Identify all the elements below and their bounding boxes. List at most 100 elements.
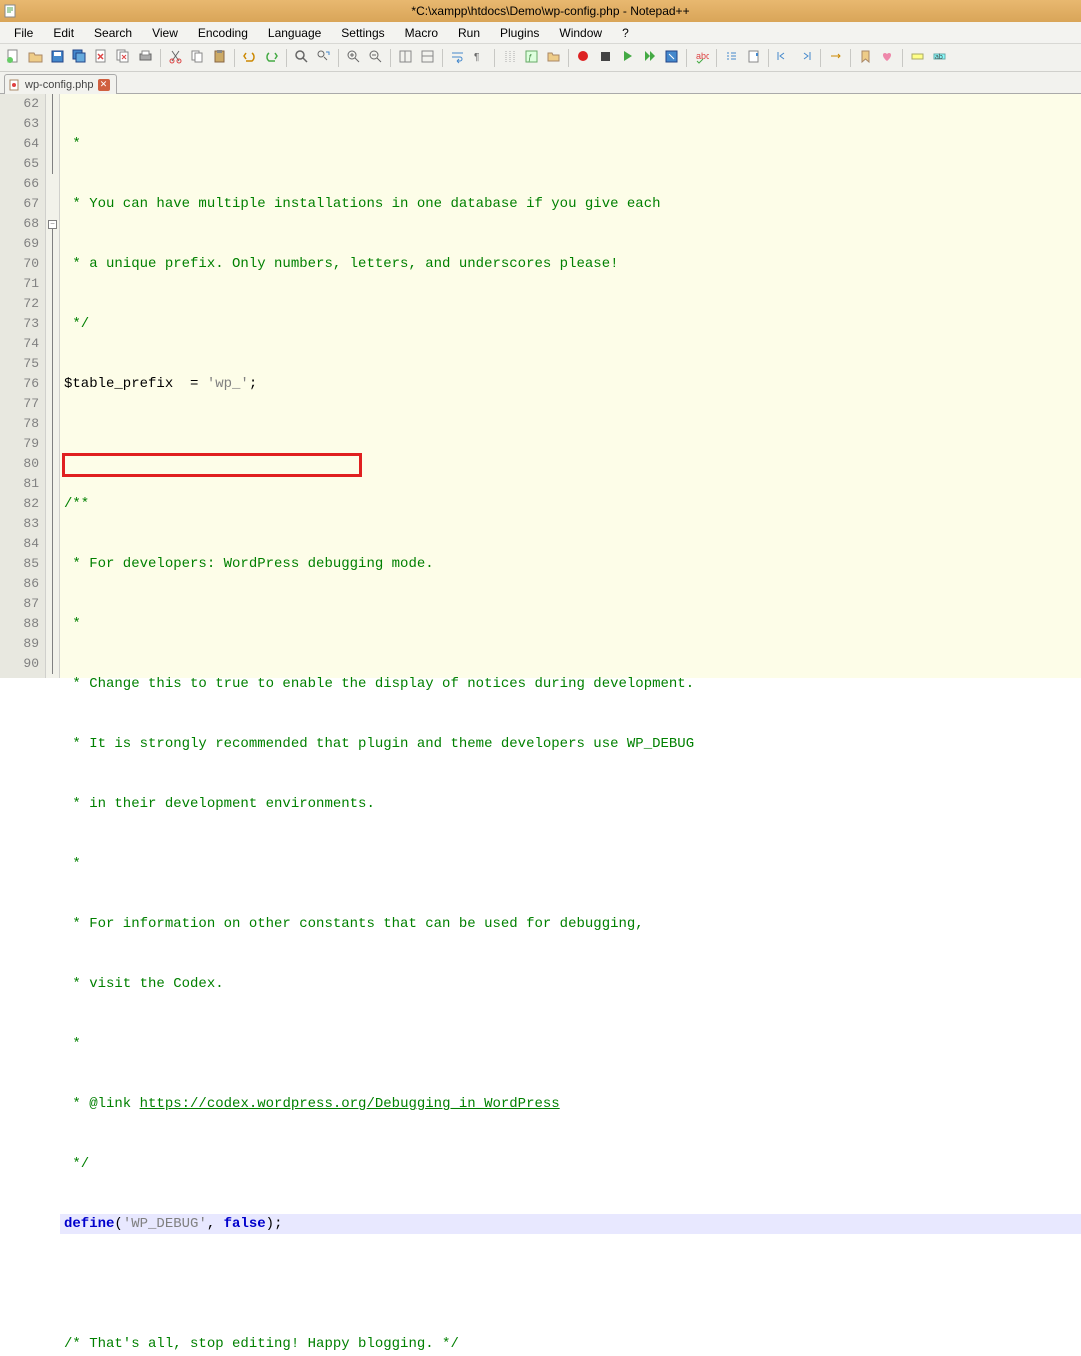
- code-text: */: [64, 316, 89, 332]
- line-number: 67: [0, 194, 39, 214]
- separator: [820, 49, 821, 67]
- save-button[interactable]: [48, 48, 67, 67]
- spell-button[interactable]: abc: [692, 48, 711, 67]
- replace-button[interactable]: [314, 48, 333, 67]
- line-number: 81: [0, 474, 39, 494]
- bookmark-button[interactable]: [856, 48, 875, 67]
- print-button[interactable]: [136, 48, 155, 67]
- line-number: 72: [0, 294, 39, 314]
- app-icon: [4, 4, 18, 18]
- separator: [686, 49, 687, 67]
- separator: [568, 49, 569, 67]
- save-all-button[interactable]: [70, 48, 89, 67]
- tab-close-button[interactable]: ✕: [98, 79, 110, 91]
- copy-button[interactable]: [188, 48, 207, 67]
- svg-text:ab: ab: [935, 54, 943, 61]
- line-number: 62: [0, 94, 39, 114]
- tab-wp-config[interactable]: wp-config.php ✕: [4, 74, 117, 94]
- play-button[interactable]: [618, 48, 637, 67]
- undo-button[interactable]: [240, 48, 259, 67]
- toolbar: ¶ ƒ abc ab: [0, 44, 1081, 72]
- menu-settings[interactable]: Settings: [331, 24, 394, 42]
- separator: [902, 49, 903, 67]
- word-wrap-icon: [450, 49, 465, 67]
- menu-language[interactable]: Language: [258, 24, 331, 42]
- lang-icon: ƒ: [524, 49, 539, 67]
- stop-button[interactable]: [596, 48, 615, 67]
- line-number: 86: [0, 574, 39, 594]
- save-icon: [50, 49, 65, 67]
- menu-plugins[interactable]: Plugins: [490, 24, 549, 42]
- fold-box-icon[interactable]: −: [48, 220, 57, 229]
- code-area[interactable]: * * You can have multiple installations …: [60, 94, 1081, 678]
- menu-window[interactable]: Window: [549, 24, 612, 42]
- highlight2-button[interactable]: ab: [930, 48, 949, 67]
- separator: [716, 49, 717, 67]
- trim-button[interactable]: [826, 48, 845, 67]
- window-title: *C:\xampp\htdocs\Demo\wp-config.php - No…: [24, 4, 1077, 18]
- separator: [234, 49, 235, 67]
- heart-icon: [880, 49, 895, 67]
- tab-label: wp-config.php: [25, 79, 94, 91]
- show-all-button[interactable]: ¶: [470, 48, 489, 67]
- highlight1-button[interactable]: [908, 48, 927, 67]
- find-button[interactable]: [292, 48, 311, 67]
- zoom-out-button[interactable]: [366, 48, 385, 67]
- svg-text:¶: ¶: [474, 52, 479, 63]
- save-macro-button[interactable]: [662, 48, 681, 67]
- menu-edit[interactable]: Edit: [43, 24, 84, 42]
- redo-icon: [264, 49, 279, 67]
- code-text: *: [64, 136, 81, 152]
- fold-column[interactable]: −: [46, 94, 60, 678]
- editor[interactable]: 6263646566676869707172737475767778798081…: [0, 94, 1081, 678]
- zoom-in-icon: [346, 49, 361, 67]
- save-macro-icon: [664, 49, 679, 67]
- copy-icon: [190, 49, 205, 67]
- separator: [160, 49, 161, 67]
- func-list-button[interactable]: [722, 48, 741, 67]
- sync-v-button[interactable]: [396, 48, 415, 67]
- menu-view[interactable]: View: [142, 24, 188, 42]
- print-icon: [138, 49, 153, 67]
- line-number: 87: [0, 594, 39, 614]
- line-number: 74: [0, 334, 39, 354]
- menu-run[interactable]: Run: [448, 24, 490, 42]
- sync-v-icon: [398, 49, 413, 67]
- record-button[interactable]: [574, 48, 593, 67]
- zoom-in-button[interactable]: [344, 48, 363, 67]
- folder-button[interactable]: [544, 48, 563, 67]
- paste-button[interactable]: [210, 48, 229, 67]
- heart-button[interactable]: [878, 48, 897, 67]
- line-number: 84: [0, 534, 39, 554]
- indent-less-button[interactable]: [774, 48, 793, 67]
- play-multi-button[interactable]: [640, 48, 659, 67]
- open-file-button[interactable]: [26, 48, 45, 67]
- indent-guide-button[interactable]: [500, 48, 519, 67]
- menu-macro[interactable]: Macro: [395, 24, 448, 42]
- separator: [494, 49, 495, 67]
- line-number: 76: [0, 374, 39, 394]
- new-file-button[interactable]: [4, 48, 23, 67]
- line-number: 89: [0, 634, 39, 654]
- lang-button[interactable]: ƒ: [522, 48, 541, 67]
- doc-map-button[interactable]: [744, 48, 763, 67]
- cut-icon: [168, 49, 183, 67]
- line-number: 68: [0, 214, 39, 234]
- close-all-button[interactable]: [114, 48, 133, 67]
- menu-encoding[interactable]: Encoding: [188, 24, 258, 42]
- doc-map-icon: [746, 49, 761, 67]
- func-list-icon: [724, 49, 739, 67]
- sync-h-button[interactable]: [418, 48, 437, 67]
- line-number-gutter: 6263646566676869707172737475767778798081…: [0, 94, 46, 678]
- current-line[interactable]: define('WP_DEBUG', false);: [60, 1214, 1081, 1234]
- file-icon: [9, 79, 21, 91]
- cut-button[interactable]: [166, 48, 185, 67]
- close-button[interactable]: [92, 48, 111, 67]
- redo-button[interactable]: [262, 48, 281, 67]
- menu-help[interactable]: ?: [612, 24, 639, 42]
- code-text: * You can have multiple installations in…: [64, 196, 661, 212]
- indent-more-button[interactable]: [796, 48, 815, 67]
- menu-file[interactable]: File: [4, 24, 43, 42]
- menu-search[interactable]: Search: [84, 24, 142, 42]
- word-wrap-button[interactable]: [448, 48, 467, 67]
